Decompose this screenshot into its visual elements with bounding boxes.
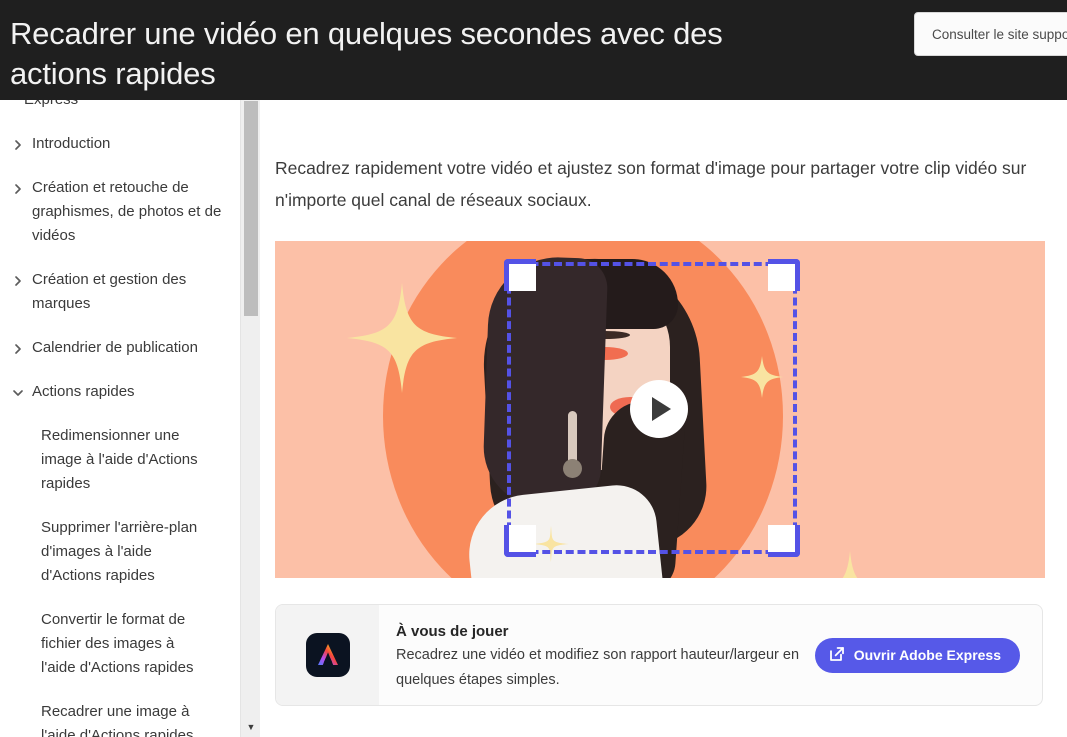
sidebar-item-express[interactable]: Express [0,100,240,122]
video-player[interactable] [275,241,1045,578]
sidebar-item-recadrer-image[interactable]: Recadrer une image à l'aide d'Actions ra… [0,690,240,737]
play-button[interactable] [630,380,688,438]
support-site-button[interactable]: Consulter le site support [914,12,1067,56]
sidebar-item-label: Convertir le format de fichier des image… [41,611,194,676]
sidebar-item-introduction[interactable]: Introduction [0,122,240,166]
support-site-button-label: Consulter le site support [932,26,1067,42]
cta-title: À vous de jouer [396,623,509,640]
sidebar-item-creation-retouche[interactable]: Création et retouche de graphismes, de p… [0,166,240,258]
sidebar-item-calendrier[interactable]: Calendrier de publication [0,326,240,370]
sidebar-item-label: Supprimer l'arrière-plan d'images à l'ai… [41,519,198,584]
crop-handle-top-right[interactable] [768,259,800,291]
chevron-right-icon [12,271,24,286]
sidebar-item-label: Création et retouche de graphismes, de p… [32,179,222,244]
sidebar-item-label: Introduction [32,135,111,152]
sidebar-item-convertir-format[interactable]: Convertir le format de fichier des image… [0,598,240,690]
sidebar-item-label: Redimensionner une image à l'aide d'Acti… [41,427,198,492]
sidebar-item-label: Calendrier de publication [32,339,198,356]
cta-card: À vous de jouer Recadrez une vidéo et mo… [275,604,1043,706]
sidebar-scrollbar[interactable]: ▼ [240,100,260,737]
crop-handle-bottom-left[interactable] [504,525,536,557]
page-header: Recadrer une vidéo en quelques secondes … [0,0,1067,100]
cta-action-area: Ouvrir Adobe Express [814,605,1042,705]
sidebar-item-actions-rapides[interactable]: Actions rapides [0,370,240,414]
sidebar-item-label: Express [24,100,78,108]
sidebar: Express Introduction Création et retouch… [0,100,240,737]
sidebar-item-label: Recadrer une image à l'aide d'Actions ra… [41,703,194,737]
play-icon [652,397,671,421]
sidebar-scrollbar-thumb[interactable] [244,101,258,316]
sparkle-icon [347,283,457,398]
app-window: Recadrer une vidéo en quelques secondes … [0,0,1067,737]
main-content: Recadrez rapidement votre vidéo et ajust… [261,100,1067,737]
sidebar-item-supprimer-arriere-plan[interactable]: Supprimer l'arrière-plan d'images à l'ai… [0,506,240,598]
chevron-right-icon [12,339,24,354]
page-title: Recadrer une vidéo en quelques secondes … [10,16,723,91]
sidebar-item-label: Actions rapides [32,383,135,400]
crop-handle-top-left[interactable] [504,259,536,291]
intro-paragraph: Recadrez rapidement votre vidéo et ajust… [275,158,1027,210]
open-adobe-express-button[interactable]: Ouvrir Adobe Express [814,637,1020,673]
scroll-down-arrow-icon[interactable]: ▼ [241,723,261,732]
sidebar-item-gestion-marques[interactable]: Création et gestion des marques [0,258,240,326]
sparkle-icon [810,551,890,578]
open-adobe-express-button-label: Ouvrir Adobe Express [853,647,1001,663]
sidebar-item-label: Création et gestion des marques [32,271,187,312]
chevron-right-icon [12,179,24,194]
adobe-express-logo [305,633,350,677]
crop-handle-bottom-right[interactable] [768,525,800,557]
sidebar-item-redimensionner-image[interactable]: Redimensionner une image à l'aide d'Acti… [0,414,240,506]
external-link-icon [829,646,845,665]
cta-icon-panel [276,605,379,705]
cta-text-block: À vous de jouer Recadrez une vidéo et mo… [379,605,815,705]
cta-description: Recadrez une vidéo et modifiez son rappo… [396,647,800,688]
chevron-right-icon [12,135,24,150]
sidebar-nav: Express Introduction Création et retouch… [0,100,240,737]
chevron-down-icon [12,383,24,396]
